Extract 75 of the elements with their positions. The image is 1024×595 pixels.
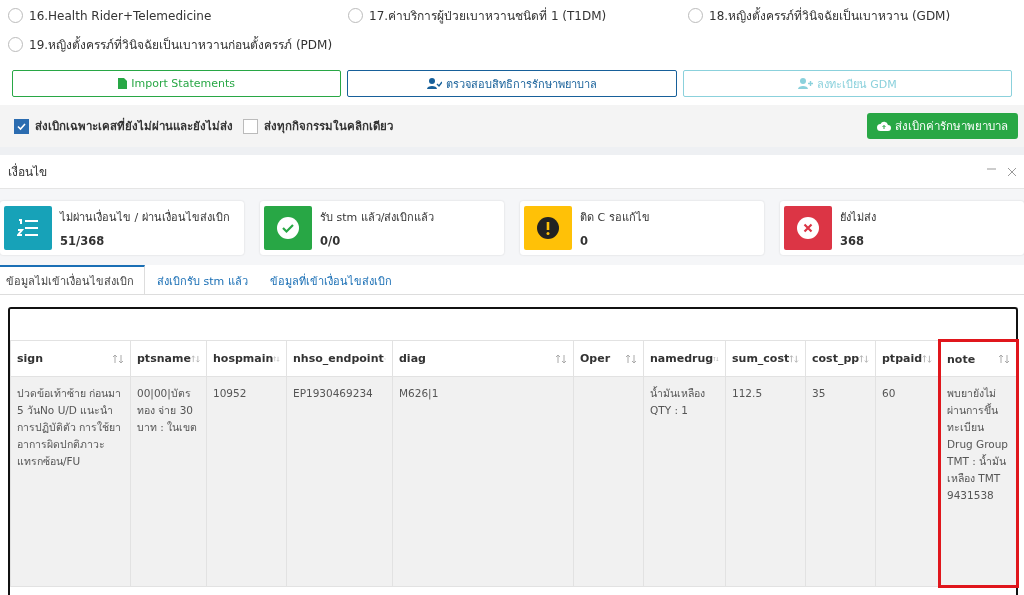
table-cell: ปวดข้อเท้าซ้าย ก่อนมา 5 วันNo U/D แนะนำการปฏิบัติตัว การใช้ยา อาการผิดปกติภาวะแทรกซ้อน/FU (10, 376, 131, 587)
stat-label: ติด C รอแก้ไข (580, 210, 650, 226)
exclamation-circle-icon (537, 217, 559, 239)
table-cell: พบยายังไม่ผ่านการขึ้นทะเบียน Drug Group TMT : น้ำมันเหลือง TMT 9431538 (939, 376, 1018, 587)
column-header[interactable]: hospmain (206, 340, 287, 377)
stat-label: ยังไม่ส่ง (840, 210, 876, 226)
table-cell: 00|00|บัตรทอง จ่าย 30 บาท : ในเขต (130, 376, 207, 587)
column-label: note (947, 352, 976, 366)
check-circle-icon (277, 217, 299, 239)
close-icon[interactable] (1008, 167, 1016, 176)
column-label: ptpaid (882, 352, 923, 365)
column-header[interactable]: ptsname (130, 340, 207, 377)
sort-icon[interactable] (859, 353, 869, 364)
sort-icon[interactable] (273, 353, 280, 364)
column-header[interactable]: note (939, 340, 1018, 377)
radio-button[interactable] (8, 37, 23, 52)
file-icon (118, 78, 128, 89)
option-label: 17.ค่าบริการผู้ป่วยเบาหวานชนิดที่ 1 (T1DM) (369, 6, 607, 25)
checkbox[interactable] (243, 118, 258, 134)
column-label: sum_cost (732, 352, 790, 365)
action-button[interactable]: ตรวจสอบสิทธิการรักษาพยาบาล (347, 70, 677, 97)
option-label: 16.Health Rider+Telemedicine (29, 8, 212, 23)
column-header[interactable]: diag (392, 340, 574, 377)
column-header[interactable]: nhso_endpoint (286, 340, 393, 377)
column-label: cost_pp (812, 352, 860, 365)
table-cell: น้ำมันเหลือง QTY : 1 (643, 376, 726, 587)
table-cell: 35 (805, 376, 876, 587)
table-cell: 112.5 (725, 376, 806, 587)
column-header[interactable]: cost_pp (805, 340, 876, 377)
column-header[interactable]: Oper (573, 340, 644, 377)
column-label: hospmain (213, 352, 274, 365)
option-label: 18.หญิงตั้งครรภ์ที่วินิจฉัยเป็นเบาหวาน (GDM) (709, 6, 951, 25)
sort-icon[interactable] (625, 353, 637, 364)
stat-label: ไม่ผ่านเงื่อนไข / ผ่านเงื่อนไขส่งเบิก (60, 208, 230, 226)
column-label: diag (399, 352, 426, 365)
table-cell: M626|1 (392, 376, 574, 587)
column-label: nhso_endpoint (293, 352, 384, 365)
checkbox-label: ส่งเบิกเฉพาะเคสที่ยังไม่ผ่านและยังไม่ส่ง (35, 117, 233, 135)
table-cell: 10952 (206, 376, 287, 587)
stat-value: 0 (580, 234, 589, 248)
column-label: ptsname (137, 352, 191, 365)
table-cell: 60 (875, 376, 940, 587)
checkbox[interactable] (14, 118, 29, 134)
column-label: sign (17, 352, 44, 365)
column-header[interactable]: sum_cost (725, 340, 806, 377)
radio-button[interactable] (688, 8, 703, 23)
checkbox-label: ส่งทุกกิจกรรมในคลิกเดียว (264, 118, 393, 135)
user-check-icon (427, 78, 442, 89)
stat-value: 51/368 (60, 234, 106, 248)
sort-icon[interactable] (922, 353, 932, 364)
numbered-list-icon (17, 218, 39, 238)
sort-icon[interactable] (190, 353, 200, 364)
option-label: 19.หญิงตั้งครรภ์ที่วินิจฉัยเป็นเบาหวานก่อนตั้งครรภ์ (PDM) (29, 35, 333, 54)
column-header[interactable]: ptpaid (875, 340, 940, 377)
radio-button[interactable] (348, 8, 363, 23)
stat-label: รับ stm แล้ว/ส่งเบิกแล้ว (320, 210, 435, 226)
column-label: Oper (580, 352, 611, 365)
tab[interactable]: ส่งเบิกรับ stm แล้ว (151, 265, 258, 294)
user-plus-icon (797, 78, 813, 89)
table-cell: EP1930469234 (286, 376, 393, 587)
stat-value: 368 (840, 234, 865, 248)
radio-button[interactable] (8, 8, 23, 23)
column-label: namedrug (650, 352, 714, 365)
x-circle-icon (797, 217, 819, 239)
sort-icon[interactable] (112, 353, 124, 364)
column-header[interactable]: sign (10, 340, 131, 377)
tab[interactable]: ข้อมูลที่เข้าเงื่อนไขส่งเบิก (263, 265, 402, 294)
sort-icon[interactable] (555, 353, 567, 364)
sort-icon[interactable] (789, 353, 799, 364)
minimize-icon[interactable] (987, 167, 996, 170)
column-header[interactable]: namedrug (643, 340, 726, 377)
sort-icon[interactable] (998, 354, 1010, 364)
panel-title: เงื่อนไข (8, 162, 47, 181)
stat-value: 0/0 (320, 234, 342, 248)
cloud-upload-icon (877, 121, 891, 131)
